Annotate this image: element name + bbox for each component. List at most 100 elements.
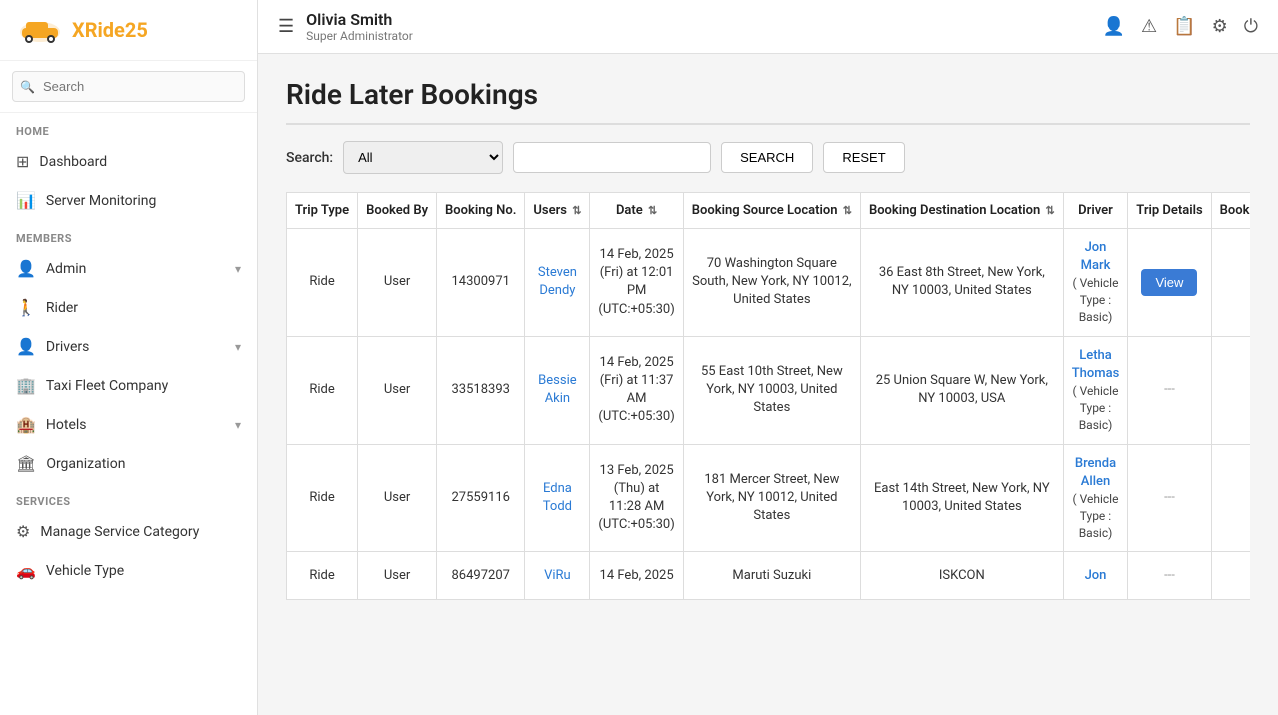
col-booking-no: Booking No. bbox=[437, 193, 525, 229]
table-row: Ride User 14300971 Steven Dendy 14 Feb, … bbox=[287, 229, 1251, 337]
sidebar-item-server-monitoring[interactable]: 📊 Server Monitoring bbox=[0, 181, 257, 220]
sidebar: XRide25 HOME ⊞ Dashboard 📊 Server Monito… bbox=[0, 0, 258, 715]
admin-icon: 👤 bbox=[16, 259, 36, 278]
col-users[interactable]: Users ⇅ bbox=[525, 193, 590, 229]
sidebar-item-label: Manage Service Category bbox=[40, 524, 241, 540]
col-source-location[interactable]: Booking Source Location ⇅ bbox=[683, 193, 860, 229]
header-user-info: Olivia Smith Super Administrator bbox=[306, 10, 1090, 43]
trip-details-empty: --- bbox=[1164, 490, 1175, 505]
user-link[interactable]: Steven Dendy bbox=[538, 265, 577, 298]
sidebar-section-services: SERVICES bbox=[0, 483, 257, 512]
cell-driver: Jon Mark ( Vehicle Type : Basic) bbox=[1063, 229, 1128, 337]
taxi-fleet-icon: 🏢 bbox=[16, 376, 36, 395]
sidebar-item-label: Rider bbox=[46, 300, 241, 316]
driver-link[interactable]: Jon Mark bbox=[1081, 240, 1111, 273]
cell-allotment-history: View bbox=[1211, 336, 1250, 444]
col-driver: Driver bbox=[1063, 193, 1128, 229]
col-destination-location[interactable]: Booking Destination Location ⇅ bbox=[860, 193, 1063, 229]
sidebar-item-rider[interactable]: 🚶 Rider bbox=[0, 288, 257, 327]
driver-link[interactable]: Brenda Allen bbox=[1075, 456, 1116, 489]
col-trip-type: Trip Type bbox=[287, 193, 358, 229]
sidebar-item-label: Taxi Fleet Company bbox=[46, 378, 241, 394]
cell-booking-no: 14300971 bbox=[437, 229, 525, 337]
sidebar-item-taxi-fleet-company[interactable]: 🏢 Taxi Fleet Company bbox=[0, 366, 257, 405]
cell-booking-no: 27559116 bbox=[437, 444, 525, 552]
cell-trip-type: Ride bbox=[287, 444, 358, 552]
sidebar-item-dashboard[interactable]: ⊞ Dashboard bbox=[0, 142, 257, 181]
chevron-down-icon: ▾ bbox=[235, 262, 241, 276]
cell-trip-type: Ride bbox=[287, 336, 358, 444]
cell-date: 14 Feb, 2025 (Fri) at 12:01 PM (UTC:+05:… bbox=[590, 229, 683, 337]
sidebar-search-input[interactable] bbox=[12, 71, 245, 102]
logo-main: XRide bbox=[72, 18, 125, 42]
cell-user: Steven Dendy bbox=[525, 229, 590, 337]
sidebar-item-admin[interactable]: 👤 Admin ▾ bbox=[0, 249, 257, 288]
user-link[interactable]: Bessie Akin bbox=[538, 373, 576, 406]
user-link[interactable]: ViRu bbox=[544, 568, 571, 583]
sidebar-item-label: Dashboard bbox=[39, 154, 241, 170]
sidebar-item-vehicle-type[interactable]: 🚗 Vehicle Type bbox=[0, 551, 257, 590]
table-row: Ride User 33518393 Bessie Akin 14 Feb, 2… bbox=[287, 336, 1251, 444]
chevron-down-icon: ▾ bbox=[235, 418, 241, 432]
clipboard-icon[interactable]: 📋 bbox=[1173, 16, 1195, 37]
reset-button[interactable]: RESET bbox=[823, 142, 904, 173]
bookings-table: Trip Type Booked By Booking No. Users ⇅ … bbox=[286, 192, 1250, 600]
sidebar-logo: XRide25 bbox=[0, 0, 257, 61]
cell-destination: East 14th Street, New York, NY 10003, Un… bbox=[860, 444, 1063, 552]
server-monitoring-icon: 📊 bbox=[16, 191, 36, 210]
sidebar-section-home: HOME bbox=[0, 113, 257, 142]
cell-user: ViRu bbox=[525, 552, 590, 600]
sidebar-section-members: MEMBERS bbox=[0, 220, 257, 249]
cell-allotment-history: View bbox=[1211, 444, 1250, 552]
cell-destination: 36 East 8th Street, New York, NY 10003, … bbox=[860, 229, 1063, 337]
sidebar-item-label: Server Monitoring bbox=[46, 193, 241, 209]
logo-accent: 25 bbox=[125, 18, 148, 42]
cell-trip-details: --- bbox=[1128, 552, 1211, 600]
sidebar-item-hotels[interactable]: 🏨 Hotels ▾ bbox=[0, 405, 257, 444]
user-icon[interactable]: 👤 bbox=[1103, 16, 1125, 37]
cell-driver: Brenda Allen ( Vehicle Type : Basic) bbox=[1063, 444, 1128, 552]
col-trip-details: Trip Details bbox=[1128, 193, 1211, 229]
sidebar-item-label: Admin bbox=[46, 261, 225, 277]
gear-icon[interactable]: ⚙ bbox=[1212, 16, 1228, 37]
sidebar-item-manage-service-category[interactable]: ⚙ Manage Service Category bbox=[0, 512, 257, 551]
table-row: Ride User 27559116 Edna Todd 13 Feb, 202… bbox=[287, 444, 1251, 552]
table-body: Ride User 14300971 Steven Dendy 14 Feb, … bbox=[287, 229, 1251, 600]
power-icon[interactable]: ⏻ bbox=[1244, 16, 1258, 37]
organization-icon: 🏛 bbox=[16, 454, 36, 473]
driver-link[interactable]: Jon bbox=[1085, 568, 1107, 583]
cell-booked-by: User bbox=[358, 444, 437, 552]
hamburger-menu-icon[interactable]: ☰ bbox=[278, 16, 294, 37]
cell-booked-by: User bbox=[358, 336, 437, 444]
hotels-icon: 🏨 bbox=[16, 415, 36, 434]
sidebar-search-container bbox=[0, 61, 257, 113]
search-button[interactable]: SEARCH bbox=[721, 142, 813, 173]
cell-trip-type: Ride bbox=[287, 229, 358, 337]
col-date[interactable]: Date ⇅ bbox=[590, 193, 683, 229]
header: ☰ Olivia Smith Super Administrator 👤 ⚠ 📋… bbox=[258, 0, 1278, 54]
sidebar-item-label: Hotels bbox=[46, 417, 225, 433]
cell-source: Maruti Suzuki bbox=[683, 552, 860, 600]
search-text-input[interactable] bbox=[513, 142, 711, 173]
table-header-row: Trip Type Booked By Booking No. Users ⇅ … bbox=[287, 193, 1251, 229]
trip-details-view-button[interactable]: View bbox=[1141, 269, 1197, 296]
trip-details-empty: --- bbox=[1164, 568, 1175, 583]
vehicle-type-label: ( Vehicle Type : Basic) bbox=[1072, 383, 1120, 433]
sidebar-item-label: Vehicle Type bbox=[46, 563, 241, 579]
cell-date: 13 Feb, 2025 (Thu) at 11:28 AM (UTC:+05:… bbox=[590, 444, 683, 552]
sidebar-item-organization[interactable]: 🏛 Organization bbox=[0, 444, 257, 483]
user-link[interactable]: Edna Todd bbox=[543, 481, 572, 514]
content-area: Ride Later Bookings Search: All Trip Typ… bbox=[258, 54, 1278, 715]
driver-link[interactable]: Letha Thomas bbox=[1072, 348, 1120, 381]
search-bar: Search: All Trip Type Booked By Booking … bbox=[286, 141, 1250, 174]
cell-driver: Letha Thomas ( Vehicle Type : Basic) bbox=[1063, 336, 1128, 444]
cell-trip-details: --- bbox=[1128, 444, 1211, 552]
alert-icon[interactable]: ⚠ bbox=[1141, 16, 1157, 37]
search-filter-select[interactable]: All Trip Type Booked By Booking No. Date… bbox=[343, 141, 503, 174]
cell-date: 14 Feb, 2025 (Fri) at 11:37 AM (UTC:+05:… bbox=[590, 336, 683, 444]
cell-user: Edna Todd bbox=[525, 444, 590, 552]
sidebar-item-drivers[interactable]: 👤 Drivers ▾ bbox=[0, 327, 257, 366]
cell-date: 14 Feb, 2025 bbox=[590, 552, 683, 600]
dashboard-icon: ⊞ bbox=[16, 152, 29, 171]
cell-source: 70 Washington Square South, New York, NY… bbox=[683, 229, 860, 337]
